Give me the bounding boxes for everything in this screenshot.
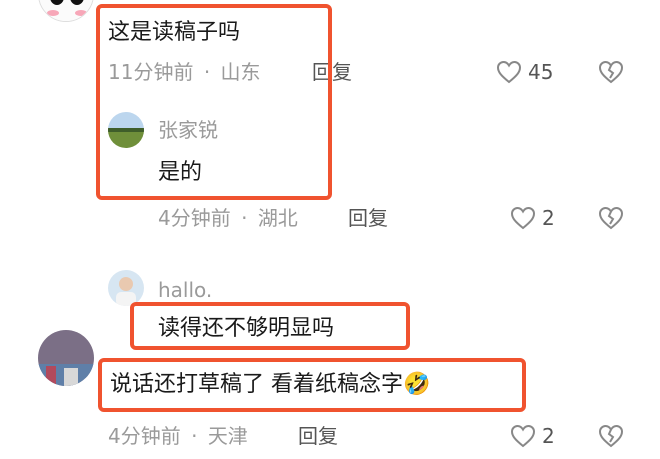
heart-outline-icon bbox=[510, 424, 536, 448]
commenter-avatar[interactable] bbox=[38, 330, 94, 386]
landscape-avatar-image bbox=[108, 112, 144, 148]
dislike-button[interactable] bbox=[598, 60, 624, 88]
reply-avatar[interactable] bbox=[108, 112, 144, 148]
reply-location: 湖北 bbox=[257, 206, 298, 230]
heart-outline-icon bbox=[510, 206, 536, 230]
reply-avatar[interactable] bbox=[108, 270, 144, 306]
photo-avatar-image bbox=[38, 330, 94, 386]
comment-location: 天津 bbox=[207, 424, 248, 448]
comment-time: 11分钟前 bbox=[108, 60, 194, 84]
comment-time: 4分钟前 bbox=[108, 424, 181, 448]
broken-heart-icon bbox=[598, 206, 624, 230]
broken-heart-icon bbox=[598, 60, 624, 84]
laughing-emoji: 🤣 bbox=[403, 372, 431, 397]
comment-meta: 11分钟前 · 山东 bbox=[108, 60, 261, 84]
comment-text: 说话还打草稿了 看着纸稿念字🤣 bbox=[110, 372, 430, 398]
reply-button[interactable]: 回复 bbox=[298, 424, 338, 448]
dislike-button[interactable] bbox=[598, 206, 624, 234]
like-button[interactable]: 2 bbox=[510, 424, 555, 448]
separator: · bbox=[191, 424, 198, 448]
reply-username[interactable]: hallo. bbox=[158, 278, 212, 302]
reply-button[interactable]: 回复 bbox=[312, 60, 352, 84]
reply-text: 读得还不够明显吗 bbox=[158, 316, 335, 341]
comment-location: 山东 bbox=[220, 60, 261, 84]
like-count: 2 bbox=[542, 424, 555, 448]
commenter-avatar[interactable] bbox=[38, 0, 94, 22]
cartoon-avatar-image bbox=[39, 0, 93, 21]
separator: · bbox=[241, 206, 248, 230]
heart-outline-icon bbox=[496, 60, 522, 84]
comment-text-content: 说话还打草稿了 看着纸稿念字 bbox=[110, 372, 403, 397]
comment-text: 这是读稿子吗 bbox=[108, 20, 241, 45]
like-count: 2 bbox=[542, 206, 555, 230]
dislike-button[interactable] bbox=[598, 424, 624, 452]
separator: · bbox=[203, 60, 211, 84]
like-button[interactable]: 2 bbox=[510, 206, 555, 230]
comment-meta: 4分钟前 · 天津 bbox=[108, 424, 248, 448]
like-button[interactable]: 45 bbox=[496, 60, 553, 84]
reply-meta: 4分钟前 · 湖北 bbox=[158, 206, 298, 230]
reply-time: 4分钟前 bbox=[158, 206, 231, 230]
person-avatar-image bbox=[108, 270, 144, 306]
reply-username[interactable]: 张家锐 bbox=[158, 118, 218, 142]
reply-text: 是的 bbox=[158, 160, 203, 185]
broken-heart-icon bbox=[598, 424, 624, 448]
reply-button[interactable]: 回复 bbox=[348, 206, 388, 230]
like-count: 45 bbox=[528, 60, 554, 84]
